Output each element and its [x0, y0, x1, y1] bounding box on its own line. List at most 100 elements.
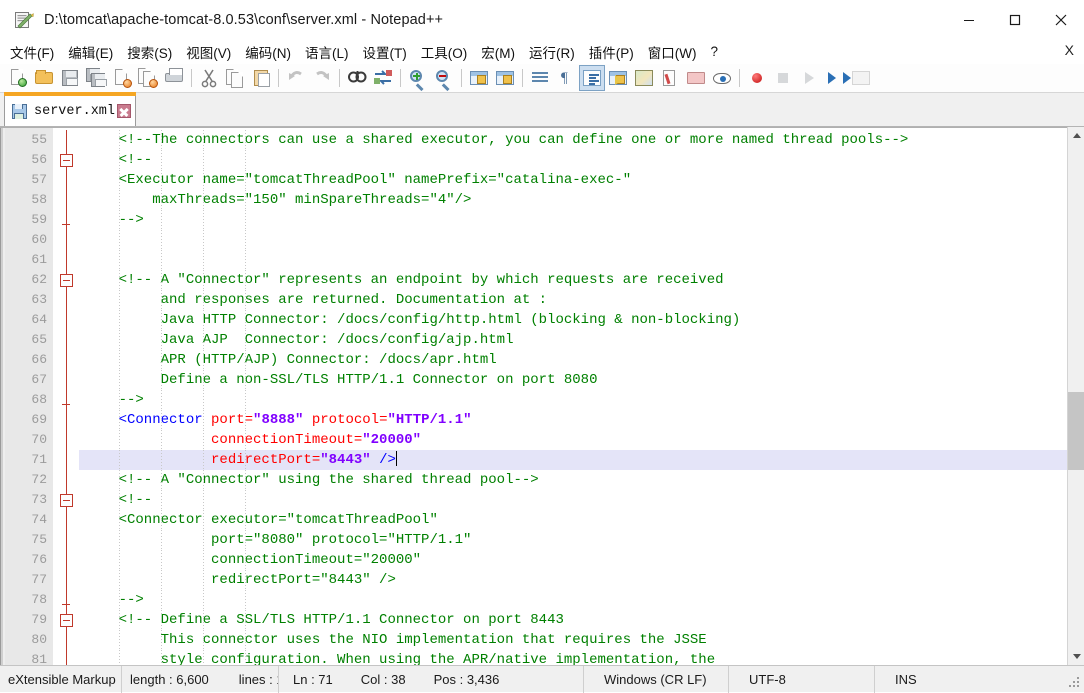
menu-plugins[interactable]: 插件(P)	[582, 40, 641, 65]
code-line[interactable]: <Executor name="tomcatThreadPool" namePr…	[79, 170, 1084, 190]
fold-row[interactable]	[53, 330, 79, 350]
close-document-x[interactable]: X	[1065, 42, 1074, 58]
code-line[interactable]	[79, 250, 1084, 270]
code-line[interactable]: This connector uses the NIO implementati…	[79, 630, 1084, 650]
code-line[interactable]: connectionTimeout="20000"	[79, 430, 1084, 450]
fold-row[interactable]	[53, 190, 79, 210]
function-list-icon[interactable]	[658, 66, 682, 90]
fold-row[interactable]	[53, 250, 79, 270]
fold-row[interactable]	[53, 530, 79, 550]
undo-icon[interactable]	[284, 66, 308, 90]
code-line[interactable]: <Connector executor="tomcatThreadPool"	[79, 510, 1084, 530]
fold-row[interactable]	[53, 410, 79, 430]
fold-row[interactable]	[53, 590, 79, 610]
menu-tools[interactable]: 工具(O)	[414, 40, 475, 65]
folder-as-workspace-icon[interactable]	[684, 66, 708, 90]
fold-row[interactable]	[53, 170, 79, 190]
code-line[interactable]: -->	[79, 590, 1084, 610]
menu-settings[interactable]: 设置(T)	[356, 40, 414, 65]
code-text-area[interactable]: <!--The connectors can use a shared exec…	[79, 128, 1084, 665]
fold-row[interactable]	[53, 130, 79, 150]
user-defined-language-icon[interactable]	[606, 66, 630, 90]
code-line[interactable]: and responses are returned. Documentatio…	[79, 290, 1084, 310]
menu-language[interactable]: 语言(L)	[298, 40, 356, 65]
fold-row[interactable]	[53, 570, 79, 590]
fold-row[interactable]	[53, 210, 79, 230]
scroll-thumb[interactable]	[1068, 392, 1084, 470]
fold-row[interactable]	[53, 610, 79, 630]
start-recording-icon[interactable]	[745, 66, 769, 90]
fold-row[interactable]	[53, 150, 79, 170]
menu-macro[interactable]: 宏(M)	[474, 40, 522, 65]
redo-icon[interactable]	[310, 66, 334, 90]
fold-row[interactable]	[53, 550, 79, 570]
close-all-files-icon[interactable]	[136, 66, 160, 90]
sync-vertical-scroll-icon[interactable]	[467, 66, 491, 90]
run-macro-multiple-icon[interactable]	[823, 66, 851, 90]
code-line[interactable]: style configuration. When using the APR/…	[79, 650, 1084, 665]
code-line[interactable]: Define a non-SSL/TLS HTTP/1.1 Connector …	[79, 370, 1084, 390]
code-line[interactable]: connectionTimeout="20000"	[79, 550, 1084, 570]
fold-row[interactable]	[53, 490, 79, 510]
paste-icon[interactable]	[249, 66, 273, 90]
code-line[interactable]: maxThreads="150" minSpareThreads="4"/>	[79, 190, 1084, 210]
menu-window[interactable]: 窗口(W)	[641, 40, 704, 65]
code-line[interactable]: redirectPort="8443" />	[79, 570, 1084, 590]
replace-icon[interactable]	[371, 66, 395, 90]
scroll-up-arrow-icon[interactable]	[1068, 127, 1084, 144]
code-line[interactable]: -->	[79, 210, 1084, 230]
run-icon[interactable]	[849, 66, 873, 90]
menu-edit[interactable]: 编辑(E)	[61, 40, 120, 65]
menu-search[interactable]: 搜索(S)	[120, 40, 179, 65]
code-line[interactable]: port="8080" protocol="HTTP/1.1"	[79, 530, 1084, 550]
fold-collapse-icon[interactable]	[60, 614, 73, 627]
menu-view[interactable]: 视图(V)	[179, 40, 238, 65]
code-line[interactable]: <!--	[79, 490, 1084, 510]
word-wrap-icon[interactable]	[528, 66, 552, 90]
monitoring-icon[interactable]	[710, 66, 734, 90]
code-line[interactable]	[79, 230, 1084, 250]
fold-row[interactable]	[53, 290, 79, 310]
code-line[interactable]: <Connector port="8888" protocol="HTTP/1.…	[79, 410, 1084, 430]
code-line[interactable]: <!-- A "Connector" represents an endpoin…	[79, 270, 1084, 290]
stop-recording-icon[interactable]	[771, 66, 795, 90]
code-line[interactable]: <!-- A "Connector" using the shared thre…	[79, 470, 1084, 490]
open-file-icon[interactable]	[32, 66, 56, 90]
sync-horizontal-scroll-icon[interactable]	[493, 66, 517, 90]
minimize-button[interactable]	[946, 0, 992, 40]
fold-collapse-icon[interactable]	[60, 494, 73, 507]
code-line[interactable]: <!--The connectors can use a shared exec…	[79, 130, 1084, 150]
fold-row[interactable]	[53, 650, 79, 665]
close-file-icon[interactable]	[110, 66, 134, 90]
fold-row[interactable]	[53, 430, 79, 450]
menu-file[interactable]: 文件(F)	[3, 40, 61, 65]
show-all-characters-icon[interactable]: ¶	[554, 66, 578, 90]
resize-grip[interactable]	[1069, 677, 1081, 689]
document-map-icon[interactable]	[632, 66, 656, 90]
code-line[interactable]: Java HTTP Connector: /docs/config/http.h…	[79, 310, 1084, 330]
menu-encoding[interactable]: 编码(N)	[238, 40, 298, 65]
save-all-icon[interactable]	[84, 66, 108, 90]
copy-icon[interactable]	[223, 66, 247, 90]
print-icon[interactable]	[162, 66, 186, 90]
menu-help[interactable]: ?	[703, 42, 725, 62]
zoom-in-icon[interactable]	[406, 66, 430, 90]
code-line[interactable]: APR (HTTP/AJP) Connector: /docs/apr.html	[79, 350, 1084, 370]
menu-run[interactable]: 运行(R)	[522, 40, 582, 65]
code-line[interactable]: -->	[79, 390, 1084, 410]
fold-row[interactable]	[53, 630, 79, 650]
fold-collapse-icon[interactable]	[60, 274, 73, 287]
fold-row[interactable]	[53, 370, 79, 390]
find-icon[interactable]	[345, 66, 369, 90]
fold-row[interactable]	[53, 450, 79, 470]
fold-row[interactable]	[53, 510, 79, 530]
indent-guide-icon[interactable]	[579, 65, 605, 91]
cut-icon[interactable]	[197, 66, 221, 90]
fold-row[interactable]	[53, 310, 79, 330]
tab-close-icon[interactable]	[117, 104, 132, 118]
play-macro-icon[interactable]	[797, 66, 821, 90]
fold-row[interactable]	[53, 470, 79, 490]
fold-row[interactable]	[53, 270, 79, 290]
fold-row[interactable]	[53, 390, 79, 410]
fold-row[interactable]	[53, 230, 79, 250]
